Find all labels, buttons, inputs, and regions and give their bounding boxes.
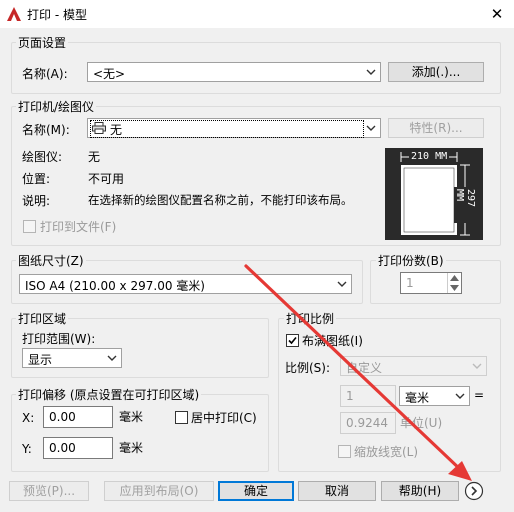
scale-label: 比例(S): — [285, 361, 331, 375]
chevron-down-icon — [337, 281, 347, 287]
chevron-down-icon — [455, 393, 465, 399]
page-setup-name-value: <无> — [93, 67, 126, 81]
print-to-file-label: 打印到文件(F) — [40, 220, 117, 234]
plot-offset-group-label: 打印偏移 (原点设置在可打印区域) — [16, 386, 202, 403]
offset-x-label: X: — [22, 411, 35, 425]
scale-value: 自定义 — [346, 361, 383, 375]
chevron-down-icon — [366, 69, 376, 75]
printer-name-select[interactable]: 无 — [87, 118, 381, 138]
equals-sign: = — [474, 388, 485, 402]
unit2-label: 单位(U) — [400, 416, 443, 430]
scale-value1: 1 — [346, 389, 354, 403]
location-value: 不可用 — [88, 172, 125, 186]
paper-preview: 210 MM 297 MM — [385, 148, 483, 240]
offset-y-input[interactable]: 0.00 — [43, 437, 113, 459]
scale-unit-select[interactable]: 毫米 — [399, 386, 470, 406]
printer-properties-button[interactable]: 特性(R)... — [388, 118, 484, 138]
scale-select[interactable]: 自定义 — [340, 356, 487, 376]
printer-name-label: 名称(M): — [22, 123, 70, 137]
plot-range-select[interactable]: 显示 — [22, 348, 122, 368]
location-label: 位置: — [22, 172, 51, 186]
scale-unit-value: 毫米 — [405, 391, 430, 405]
paper-size-value: ISO A4 (210.00 x 297.00 毫米) — [25, 279, 205, 293]
scale-lineweights-checkbox[interactable] — [338, 445, 351, 458]
scale-lineweights-label: 缩放线宽(L) — [354, 445, 419, 459]
fit-to-paper-label: 布满图纸(I) — [302, 334, 363, 348]
page-setup-name-select[interactable]: <无> — [87, 62, 381, 82]
offset-x-value: 0.00 — [49, 410, 76, 424]
center-plot-checkbox[interactable] — [175, 411, 188, 424]
ok-button[interactable]: 确定 — [218, 481, 294, 501]
spin-down-icon[interactable] — [450, 285, 459, 291]
chevron-right-icon[interactable] — [464, 481, 484, 501]
page-setup-group-label: 页面设置 — [16, 34, 69, 51]
chevron-down-icon — [366, 125, 376, 131]
paper-height-label: 297 MM — [454, 187, 476, 223]
center-plot-label: 居中打印(C) — [191, 411, 257, 425]
fit-to-paper-checkbox[interactable] — [286, 334, 299, 347]
focus-outline — [90, 120, 364, 138]
help-button[interactable]: 帮助(H) — [381, 481, 459, 501]
copies-group-label: 打印份数(B) — [376, 252, 446, 269]
preview-button[interactable]: 预览(P)... — [9, 481, 89, 501]
apply-to-layout-button[interactable]: 应用到布局(O) — [104, 481, 214, 501]
offset-x-unit: 毫米 — [119, 410, 144, 424]
close-icon[interactable]: ✕ — [486, 3, 508, 25]
plotter-value: 无 — [88, 150, 101, 164]
offset-y-value: 0.00 — [49, 441, 76, 455]
scale-value2: 0.9244 — [346, 416, 388, 430]
add-page-setup-button[interactable]: 添加(.)... — [388, 62, 484, 82]
description-value: 在选择新的绘图仪配置名称之前，不能打印该布局。 — [88, 193, 353, 207]
plot-scale-group-label: 打印比例 — [284, 310, 337, 327]
spin-up-icon[interactable] — [450, 275, 459, 281]
autocad-app-icon — [7, 7, 21, 21]
paper-size-group-label: 图纸尺寸(Z) — [16, 252, 86, 269]
scale-value1-input[interactable]: 1 — [340, 385, 396, 407]
plot-range-label: 打印范围(W): — [22, 332, 96, 346]
cancel-button[interactable]: 取消 — [298, 481, 376, 501]
page-setup-name-label: 名称(A): — [22, 67, 68, 81]
plotter-label: 绘图仪: — [22, 150, 63, 164]
offset-y-unit: 毫米 — [119, 441, 144, 455]
copies-stepper[interactable]: 1 — [400, 272, 462, 294]
checkmark-icon — [288, 336, 297, 345]
copies-value: 1 — [406, 276, 414, 290]
offset-x-input[interactable]: 0.00 — [43, 406, 113, 428]
print-to-file-checkbox[interactable] — [23, 220, 36, 233]
chevron-down-icon — [472, 363, 482, 369]
offset-y-label: Y: — [22, 442, 32, 456]
paper-size-select[interactable]: ISO A4 (210.00 x 297.00 毫米) — [19, 274, 352, 294]
description-label: 说明: — [22, 194, 51, 208]
scale-value2-input[interactable]: 0.9244 — [340, 412, 396, 434]
plot-range-value: 显示 — [28, 353, 53, 367]
printer-group-label: 打印机/绘图仪 — [16, 98, 97, 115]
plot-area-group-label: 打印区域 — [16, 310, 69, 327]
paper-width-label: 210 MM — [409, 151, 450, 162]
window-title: 打印 - 模型 — [27, 8, 87, 22]
chevron-down-icon — [107, 355, 117, 361]
